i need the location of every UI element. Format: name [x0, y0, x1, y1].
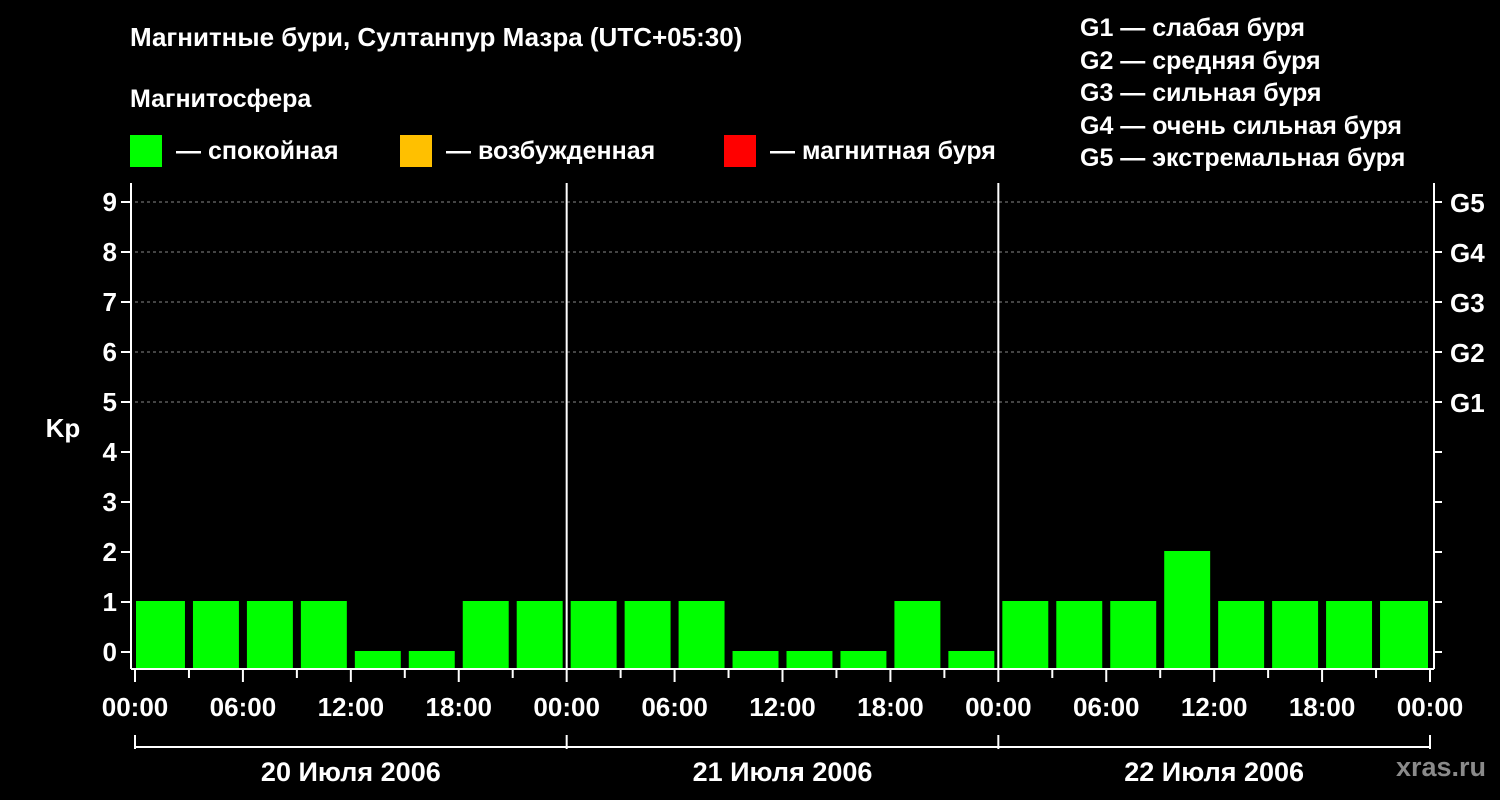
kp-bar-5 [408, 651, 455, 668]
kp-bar-10 [678, 601, 725, 668]
y-tick-label-9: 9 [103, 187, 117, 217]
x-tick-label-11: 18:00 [1289, 692, 1356, 722]
kp-bar-3 [300, 601, 347, 668]
kp-bar-9 [624, 601, 671, 668]
kp-bar-21 [1272, 601, 1319, 668]
right-axis-label-g1: G1 [1450, 388, 1485, 418]
kp-bar-4 [354, 651, 401, 668]
kp-bar-1 [192, 601, 239, 668]
y-tick-label-7: 7 [103, 287, 117, 317]
watermark: xras.ru [1395, 752, 1486, 782]
y-tick-label-0: 0 [103, 637, 117, 667]
x-tick-label-12: 00:00 [1397, 692, 1464, 722]
kp-bar-23 [1380, 601, 1428, 668]
x-tick-label-6: 12:00 [749, 692, 816, 722]
kp-bar-18 [1110, 601, 1157, 668]
y-tick-label-2: 2 [103, 537, 117, 567]
kp-bar-14 [894, 601, 941, 668]
x-tick-label-5: 06:00 [641, 692, 708, 722]
kp-bar-17 [1056, 601, 1103, 668]
kp-bar-0 [136, 601, 185, 668]
right-axis-label-g2: G2 [1450, 338, 1485, 368]
y-tick-label-6: 6 [103, 337, 117, 367]
right-axis-label-g3: G3 [1450, 288, 1485, 318]
kp-bar-7 [516, 601, 563, 668]
kp-bar-15 [948, 651, 995, 668]
x-tick-label-3: 18:00 [426, 692, 493, 722]
kp-bar-16 [1002, 601, 1049, 668]
right-axis-label-g4: G4 [1450, 238, 1485, 268]
x-tick-label-2: 12:00 [318, 692, 385, 722]
x-tick-label-0: 00:00 [102, 692, 169, 722]
right-axis-label-g5: G5 [1450, 188, 1485, 218]
kp-bar-22 [1326, 601, 1373, 668]
y-tick-label-8: 8 [103, 237, 117, 267]
y-tick-label-1: 1 [103, 587, 117, 617]
x-tick-label-7: 18:00 [857, 692, 924, 722]
y-tick-label-4: 4 [103, 437, 118, 467]
x-tick-label-10: 12:00 [1181, 692, 1248, 722]
kp-bar-13 [840, 651, 887, 668]
kp-bar-20 [1218, 601, 1265, 668]
x-tick-label-8: 00:00 [965, 692, 1032, 722]
kp-bar-8 [570, 601, 617, 668]
x-tick-label-1: 06:00 [210, 692, 277, 722]
kp-bar-6 [462, 601, 509, 668]
kp-bar-2 [246, 601, 293, 668]
kp-bar-19 [1164, 551, 1211, 668]
kp-bar-11 [732, 651, 779, 668]
day-label-0: 20 Июля 2006 [261, 757, 441, 787]
kp-bar-12 [786, 651, 833, 668]
day-label-2: 22 Июля 2006 [1124, 757, 1304, 787]
x-tick-label-9: 06:00 [1073, 692, 1140, 722]
y-tick-label-5: 5 [103, 387, 117, 417]
y-tick-label-3: 3 [103, 487, 117, 517]
kp-chart: 0 1 2 3 4 5 6 7 8 9 Kp G1 G2 G3 G4 G5 00:00 06:00 12:00 18:… [46, 183, 1485, 787]
y-axis-label: Kp [46, 413, 81, 443]
x-tick-label-4: 00:00 [533, 692, 600, 722]
day-label-1: 21 Июля 2006 [693, 757, 873, 787]
